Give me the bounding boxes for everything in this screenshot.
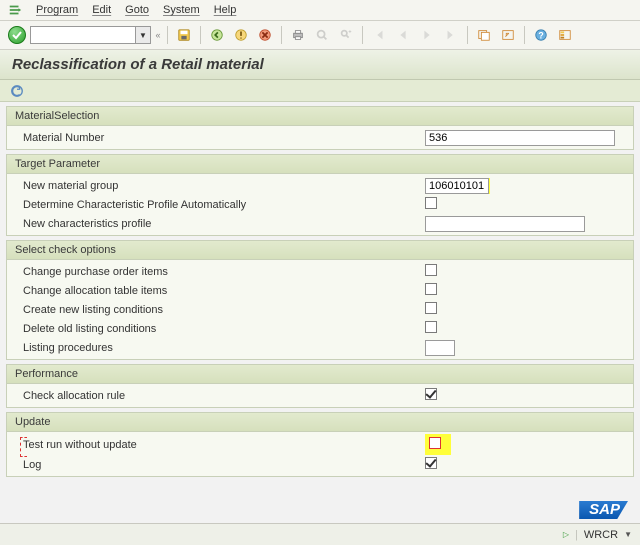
label-material-number: Material Number — [17, 132, 425, 144]
command-dropdown-icon[interactable]: ▼ — [136, 26, 151, 44]
menu-edit[interactable]: Edit — [92, 4, 111, 16]
checkbox-test-run[interactable] — [429, 437, 441, 449]
menu-bar: Program Edit Goto System Help — [0, 0, 640, 21]
section-header-update: Update — [7, 413, 633, 432]
last-page-icon — [441, 25, 461, 45]
label-create-listing: Create new listing conditions — [17, 304, 425, 316]
label-new-material-group: New material group — [17, 180, 425, 192]
menu-help[interactable]: Help — [214, 4, 237, 16]
checkbox-check-alloc-rule[interactable] — [425, 388, 437, 400]
label-test-run: Test run without update — [17, 439, 425, 451]
checkbox-change-po[interactable] — [425, 264, 437, 276]
status-bar: ▷ | WRCR ▼ — [0, 523, 640, 545]
menu-system[interactable]: System — [163, 4, 200, 16]
checkbox-log[interactable] — [425, 457, 437, 469]
input-new-material-group[interactable] — [425, 178, 489, 194]
content-area: MaterialSelection Material Number Target… — [0, 106, 640, 477]
execute-icon[interactable] — [10, 84, 24, 98]
first-page-icon — [369, 25, 389, 45]
back-icon[interactable] — [207, 25, 227, 45]
section-target-parameter: Target Parameter New material group Dete… — [6, 154, 634, 236]
section-header-target-parameter: Target Parameter — [7, 155, 633, 174]
checkbox-change-alloc[interactable] — [425, 283, 437, 295]
new-session-icon[interactable] — [474, 25, 494, 45]
label-listing-procedures: Listing procedures — [17, 342, 425, 354]
checkbox-determine-char-profile[interactable] — [425, 197, 437, 209]
help-icon[interactable]: ? — [531, 25, 551, 45]
section-header-material-selection: MaterialSelection — [7, 107, 633, 126]
section-performance: Performance Check allocation rule — [6, 364, 634, 408]
section-select-check-options: Select check options Change purchase ord… — [6, 240, 634, 360]
command-field[interactable] — [30, 26, 136, 44]
label-change-po: Change purchase order items — [17, 266, 425, 278]
next-page-icon — [417, 25, 437, 45]
label-new-char-profile: New characteristics profile — [17, 218, 425, 230]
section-header-select-check-options: Select check options — [7, 241, 633, 260]
find-icon — [312, 25, 332, 45]
system-toolbar: ▼ « ? — [0, 21, 640, 50]
toolbar-history-icon[interactable]: « — [155, 26, 161, 44]
page-title: Reclassification of a Retail material — [0, 50, 640, 80]
sap-logo: SAP — [579, 501, 628, 519]
menu-goto[interactable]: Goto — [125, 4, 149, 16]
input-material-number[interactable] — [425, 130, 615, 146]
status-nav-icon[interactable]: ▷ — [563, 530, 569, 539]
print-icon[interactable] — [288, 25, 308, 45]
checkbox-delete-listing[interactable] — [425, 321, 437, 333]
label-check-alloc-rule: Check allocation rule — [17, 390, 425, 402]
label-determine-char-profile: Determine Characteristic Profile Automat… — [17, 199, 425, 211]
checkbox-create-listing[interactable] — [425, 302, 437, 314]
find-next-icon — [336, 25, 356, 45]
app-toolbar — [0, 80, 640, 102]
label-log: Log — [17, 459, 425, 471]
section-update: Update Test run without update Log — [6, 412, 634, 477]
layout-icon[interactable] — [555, 25, 575, 45]
save-icon[interactable] — [174, 25, 194, 45]
cancel-icon[interactable] — [255, 25, 275, 45]
input-new-char-profile[interactable] — [425, 216, 585, 232]
label-delete-listing: Delete old listing conditions — [17, 323, 425, 335]
section-material-selection: MaterialSelection Material Number — [6, 106, 634, 150]
label-change-alloc: Change allocation table items — [17, 285, 425, 297]
input-listing-procedures[interactable] — [425, 340, 455, 356]
status-dropdown-icon[interactable]: ▼ — [624, 530, 632, 539]
section-header-performance: Performance — [7, 365, 633, 384]
menu-program[interactable]: Program — [36, 4, 78, 16]
shortcut-icon[interactable] — [498, 25, 518, 45]
status-system: WRCR — [584, 529, 618, 541]
prev-page-icon — [393, 25, 413, 45]
menu-app-icon[interactable] — [8, 3, 22, 17]
exit-icon[interactable] — [231, 25, 251, 45]
svg-text:?: ? — [538, 31, 543, 41]
enter-button[interactable] — [8, 26, 26, 44]
